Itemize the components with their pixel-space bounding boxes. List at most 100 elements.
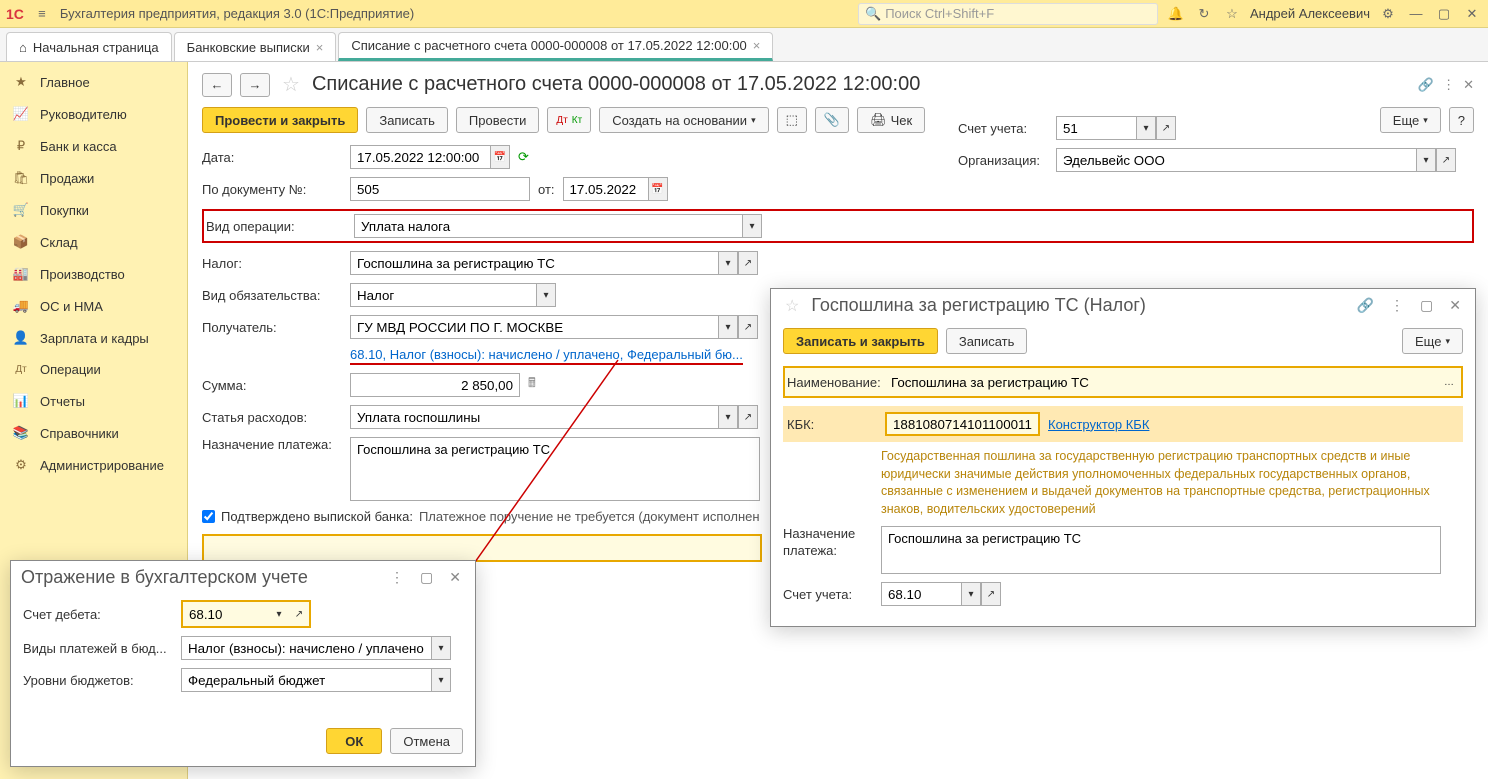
sidebar-item-manager[interactable]: 📈Руководителю xyxy=(0,98,187,130)
chevron-down-icon[interactable]: ▾ xyxy=(718,251,738,275)
search-box[interactable]: 🔍 Поиск Ctrl+Shift+F xyxy=(858,3,1158,25)
open-icon[interactable]: ↗ xyxy=(1436,148,1456,172)
open-icon[interactable]: ↗ xyxy=(289,602,309,626)
tab-close-icon[interactable]: × xyxy=(753,38,761,53)
maximize-icon[interactable]: ▢ xyxy=(1434,6,1454,22)
open-icon[interactable]: ↗ xyxy=(981,582,1001,606)
user-name[interactable]: Андрей Алексеевич xyxy=(1250,6,1370,21)
create-based-on-button[interactable]: Создать на основании ▾ xyxy=(599,107,768,133)
settings-icon[interactable]: ⚙ xyxy=(1378,6,1398,22)
chevron-down-icon[interactable]: ▾ xyxy=(718,315,738,339)
account-combo[interactable] xyxy=(1056,116,1136,140)
chevron-down-icon[interactable]: ▾ xyxy=(1416,148,1436,172)
sidebar-item-reports[interactable]: 📊Отчеты xyxy=(0,385,187,417)
tab-close-icon[interactable]: × xyxy=(316,40,324,55)
link-icon[interactable]: 🔗 xyxy=(1353,295,1378,316)
payment-type-combo[interactable] xyxy=(181,636,431,660)
minimize-icon[interactable]: — xyxy=(1406,6,1426,21)
recipient-combo[interactable] xyxy=(350,315,718,339)
maximize-icon[interactable]: ▢ xyxy=(416,567,437,588)
from-date-input[interactable] xyxy=(563,177,648,201)
chevron-down-icon[interactable]: ▾ xyxy=(431,668,451,692)
link-icon[interactable]: 🔗 xyxy=(1418,77,1434,93)
cancel-button[interactable]: Отмена xyxy=(390,728,463,754)
sidebar-item-purchases[interactable]: 🛒Покупки xyxy=(0,194,187,226)
receipt-button[interactable]: 🖨 Чек xyxy=(857,107,925,133)
date-input[interactable] xyxy=(350,145,490,169)
ok-button[interactable]: ОК xyxy=(326,728,382,754)
close-form-icon[interactable]: ✕ xyxy=(1463,77,1474,93)
ellipsis-icon[interactable]: … xyxy=(1439,370,1459,394)
tab-home[interactable]: ⌂ Начальная страница xyxy=(6,32,172,61)
expense-combo[interactable] xyxy=(350,405,718,429)
bell-icon[interactable]: 🔔 xyxy=(1166,6,1186,22)
write-button[interactable]: Записать xyxy=(946,328,1028,354)
sidebar-item-bank[interactable]: ₽Банк и касса xyxy=(0,130,187,162)
sidebar-item-payroll[interactable]: 👤Зарплата и кадры xyxy=(0,322,187,354)
refresh-icon[interactable]: ⟳ xyxy=(518,149,529,165)
chevron-down-icon[interactable]: ▾ xyxy=(269,602,289,626)
attach-button[interactable]: 📎 xyxy=(815,107,849,133)
sidebar-item-directories[interactable]: 📚Справочники xyxy=(0,417,187,449)
close-icon[interactable]: ✕ xyxy=(445,567,465,588)
highlighted-field[interactable] xyxy=(202,534,762,562)
sidebar-item-sales[interactable]: 🛍Продажи xyxy=(0,162,187,194)
more-button[interactable]: Еще ▾ xyxy=(1402,328,1463,354)
calendar-icon[interactable]: 📅 xyxy=(648,177,668,201)
sidebar-item-production[interactable]: 🏭Производство xyxy=(0,258,187,290)
close-icon[interactable]: ✕ xyxy=(1462,6,1482,22)
open-icon[interactable]: ↗ xyxy=(1156,116,1176,140)
open-icon[interactable]: ↗ xyxy=(738,315,758,339)
post-and-close-button[interactable]: Провести и закрыть xyxy=(202,107,358,133)
obligation-combo[interactable] xyxy=(350,283,536,307)
calendar-icon[interactable]: 📅 xyxy=(490,145,510,169)
sidebar-item-stock[interactable]: 📦Склад xyxy=(0,226,187,258)
movements-button[interactable]: ДтКт xyxy=(547,107,591,133)
more-icon[interactable]: ⋮ xyxy=(1386,295,1408,316)
debit-account-combo[interactable] xyxy=(183,602,269,626)
sidebar-item-main[interactable]: ★Главное xyxy=(0,66,187,98)
post-button[interactable]: Провести xyxy=(456,107,540,133)
doc-number-input[interactable] xyxy=(350,177,530,201)
back-button[interactable]: ← xyxy=(202,73,232,97)
star-icon[interactable]: ☆ xyxy=(1222,6,1242,22)
account-combo[interactable] xyxy=(881,582,961,606)
sidebar-item-operations[interactable]: ДтОперации xyxy=(0,354,187,385)
chevron-down-icon[interactable]: ▾ xyxy=(742,214,762,238)
favorite-toggle[interactable]: ☆ xyxy=(785,296,799,316)
kbk-input[interactable] xyxy=(885,412,1040,436)
history-icon[interactable]: ↻ xyxy=(1194,6,1214,22)
kbk-constructor-link[interactable]: Конструктор КБК xyxy=(1048,417,1149,432)
favorite-toggle[interactable]: ☆ xyxy=(282,72,300,97)
operation-type-combo[interactable] xyxy=(354,214,742,238)
forward-button[interactable]: → xyxy=(240,73,270,97)
sidebar-item-fixed-assets[interactable]: 🚚ОС и НМА xyxy=(0,290,187,322)
chevron-down-icon[interactable]: ▾ xyxy=(1136,116,1156,140)
tab-writeoff[interactable]: Списание с расчетного счета 0000-000008 … xyxy=(338,32,773,61)
chevron-down-icon[interactable]: ▾ xyxy=(718,405,738,429)
open-icon[interactable]: ↗ xyxy=(738,405,758,429)
open-icon[interactable]: ↗ xyxy=(738,251,758,275)
org-combo[interactable] xyxy=(1056,148,1416,172)
menu-icon[interactable]: ≡ xyxy=(32,6,52,21)
maximize-icon[interactable]: ▢ xyxy=(1416,295,1437,316)
write-button[interactable]: Записать xyxy=(366,107,448,133)
more-icon[interactable]: ⋮ xyxy=(386,567,408,588)
close-icon[interactable]: ✕ xyxy=(1445,295,1465,316)
chevron-down-icon[interactable]: ▾ xyxy=(536,283,556,307)
more-actions-icon[interactable]: ⋮ xyxy=(1442,77,1455,93)
confirmed-checkbox[interactable] xyxy=(202,510,215,523)
structure-button[interactable]: ⬚ xyxy=(777,107,807,133)
chevron-down-icon[interactable]: ▾ xyxy=(961,582,981,606)
calculator-icon[interactable]: 🖩 xyxy=(528,374,536,396)
purpose-textarea[interactable]: Госпошлина за регистрацию ТС xyxy=(350,437,760,501)
budget-level-combo[interactable] xyxy=(181,668,431,692)
sidebar-item-admin[interactable]: ⚙Администрирование xyxy=(0,449,187,481)
tax-combo[interactable] xyxy=(350,251,718,275)
purpose-textarea[interactable]: Госпошлина за регистрацию ТС xyxy=(881,526,1441,574)
save-close-button[interactable]: Записать и закрыть xyxy=(783,328,938,354)
sum-input[interactable] xyxy=(350,373,520,397)
chevron-down-icon[interactable]: ▾ xyxy=(431,636,451,660)
name-input[interactable] xyxy=(885,370,1431,394)
accounting-link[interactable]: 68.10, Налог (взносы): начислено / уплач… xyxy=(350,347,743,365)
